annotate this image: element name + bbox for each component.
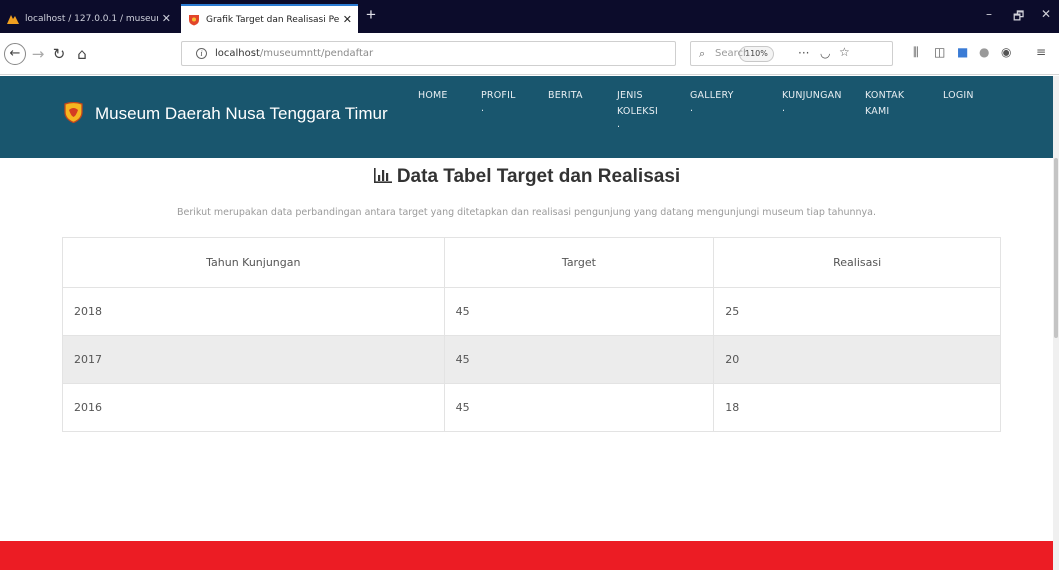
menu-label: BERITA — [548, 90, 583, 101]
menu-item-home[interactable]: HOME — [418, 88, 448, 104]
menu-label: KUNJUNGAN — [782, 90, 842, 101]
museum-favicon-icon — [189, 14, 199, 25]
menu-label: GALLERY — [690, 90, 734, 101]
cell-tahun: 2016 — [62, 383, 445, 432]
cell-target: 45 — [443, 383, 715, 432]
dropdown-indicator: · — [690, 106, 694, 117]
menu-label: KAMI — [865, 106, 890, 117]
dropdown-indicator: · — [481, 106, 485, 117]
tab-label: localhost / 127.0.0.1 / museum — [25, 13, 158, 24]
menu-label: KONTAK — [865, 90, 905, 101]
page-subtitle: Berikut merupakan data perbandingan anta… — [176, 207, 877, 218]
cell-target: 45 — [443, 287, 715, 336]
table-row: 2018 45 25 — [62, 287, 1001, 336]
column-header-realisasi: Realisasi — [713, 237, 1001, 288]
menu-item-kontak-kami[interactable]: KONTAK KAMI — [865, 88, 904, 120]
menu-label: JENIS — [617, 90, 643, 101]
site-info-icon[interactable]: i — [196, 48, 207, 59]
museum-logo-icon[interactable] — [64, 102, 83, 123]
cell-tahun: 2018 — [62, 287, 445, 336]
library-icon[interactable]: ⫼ — [913, 45, 919, 60]
address-bar[interactable]: i localhost/museumntt/pendaftar 110% ···… — [181, 41, 850, 66]
menu-item-profil[interactable]: PROFIL · — [481, 88, 516, 120]
close-tab-icon[interactable]: ✕ — [162, 12, 171, 25]
dropdown-indicator: · — [782, 106, 786, 117]
target-realisasi-table: Tahun Kunjungan Target Realisasi 2018 45… — [62, 237, 1001, 432]
menu-item-berita[interactable]: BERITA — [548, 88, 583, 104]
menu-label: HOME — [418, 90, 448, 101]
back-arrow-icon[interactable]: ← — [4, 43, 26, 65]
page-title: Data Tabel Target dan Realisasi — [0, 166, 1053, 188]
sidebar-icon[interactable]: ◫ — [934, 45, 945, 59]
extension-icon[interactable]: ■ — [957, 45, 968, 59]
search-placeholder: Search — [715, 48, 750, 59]
cell-realisasi: 20 — [713, 335, 1001, 384]
address-url: localhost/museumntt/pendaftar — [215, 48, 374, 59]
site-header: Museum Daerah Nusa Tenggara Timur HOME P… — [0, 76, 1053, 158]
menu-label: LOGIN — [943, 90, 974, 101]
forward-arrow-icon[interactable]: → — [29, 45, 47, 63]
page-title-text: Data Tabel Target dan Realisasi — [396, 166, 681, 187]
tab-label: Grafik Target dan Realisasi Pen — [206, 14, 339, 25]
browser-navigation-bar: ← → ↻ ⌂ i localhost/museumntt/pendaftar … — [0, 33, 1059, 75]
table-row: 2016 45 18 — [62, 383, 1001, 432]
bar-chart-icon — [373, 168, 392, 183]
menu-label: KOLEKSI — [617, 106, 658, 117]
search-icon: ⌕ — [699, 47, 706, 60]
minimize-icon[interactable]: – — [986, 7, 992, 21]
column-header-tahun: Tahun Kunjungan — [62, 237, 445, 288]
reload-icon[interactable]: ↻ — [50, 45, 68, 63]
table-header-row: Tahun Kunjungan Target Realisasi — [62, 237, 1001, 288]
scrollbar-thumb[interactable] — [1054, 158, 1058, 338]
site-brand-title[interactable]: Museum Daerah Nusa Tenggara Timur — [95, 104, 388, 124]
cell-realisasi: 18 — [713, 383, 1001, 432]
maximize-icon[interactable]: 🗗 — [1013, 7, 1024, 28]
dropdown-indicator: · — [617, 122, 621, 133]
menu-item-kunjungan[interactable]: KUNJUNGAN · — [782, 88, 842, 120]
extension-icon[interactable]: ● — [979, 45, 989, 59]
browser-tab-phpmyadmin[interactable]: localhost / 127.0.0.1 / museum ✕ — [0, 4, 177, 33]
menu-label: PROFIL — [481, 90, 516, 101]
browser-tab-bar: localhost / 127.0.0.1 / museum ✕ Grafik … — [0, 0, 1059, 33]
site-footer — [0, 541, 1053, 570]
table-row: 2017 45 20 — [62, 335, 1001, 384]
extension-icon[interactable]: ◉ — [1001, 45, 1011, 59]
menu-item-jenis-koleksi[interactable]: JENIS KOLEKSI · — [617, 88, 658, 136]
cell-target: 45 — [443, 335, 715, 384]
search-input[interactable]: ⌕ Search — [690, 41, 893, 66]
phpmyadmin-favicon-icon — [7, 14, 19, 24]
new-tab-button[interactable]: + — [362, 5, 380, 25]
close-tab-icon[interactable]: ✕ — [343, 13, 352, 26]
cell-tahun: 2017 — [62, 335, 445, 384]
close-window-icon[interactable]: ✕ — [1041, 7, 1051, 21]
home-icon[interactable]: ⌂ — [73, 45, 91, 63]
menu-item-gallery[interactable]: GALLERY · — [690, 88, 734, 120]
column-header-target: Target — [443, 237, 715, 288]
browser-tab-active[interactable]: Grafik Target dan Realisasi Pen ✕ — [181, 4, 358, 33]
menu-icon[interactable]: ≡ — [1036, 45, 1046, 59]
menu-item-login[interactable]: LOGIN — [943, 88, 974, 104]
cell-realisasi: 25 — [713, 287, 1001, 336]
